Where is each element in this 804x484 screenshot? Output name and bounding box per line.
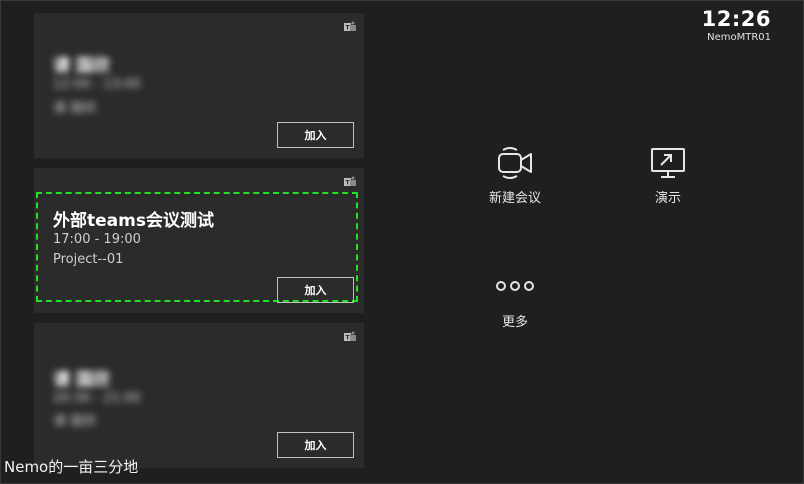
more-dots-icon [496, 281, 534, 291]
meeting-card[interactable]: T 请 国欣 20:30 - 21:00 请 国欣 加入 [34, 323, 364, 468]
meeting-time: 12:00 - 13:00 [53, 77, 141, 92]
clock: 12:26 NemoMTR01 [702, 6, 771, 44]
teams-icon: T [344, 331, 356, 342]
meeting-title: 外部teams会议测试 [53, 211, 214, 231]
join-button[interactable]: 加入 [277, 432, 354, 458]
meeting-room: 请 国欣 [53, 101, 97, 116]
meeting-time: 20:30 - 21:00 [53, 391, 141, 406]
meeting-room: Project--01 [53, 252, 124, 267]
watermark: Nemo的一亩三分地 [4, 458, 139, 476]
join-button[interactable]: 加入 [277, 277, 354, 303]
join-button[interactable]: 加入 [277, 122, 354, 148]
screen-share-icon [651, 148, 685, 178]
meeting-title: 请 国欣 [53, 56, 110, 76]
new-meeting-label: 新建会议 [488, 191, 541, 206]
present-label: 演示 [654, 191, 681, 206]
device-name: NemoMTR01 [707, 32, 771, 43]
present-button[interactable]: 演示 [628, 145, 708, 206]
video-camera-icon [498, 147, 532, 179]
meeting-title: 请 国欣 [53, 370, 110, 390]
new-meeting-button[interactable]: 新建会议 [475, 145, 555, 206]
clock-time: 12:26 [701, 7, 771, 31]
teams-icon: T [344, 21, 356, 32]
more-button[interactable]: 更多 [475, 279, 555, 330]
meeting-card-focused[interactable]: T 外部teams会议测试 17:00 - 19:00 Project--01 … [34, 168, 364, 313]
meeting-time: 17:00 - 19:00 [53, 232, 141, 247]
meeting-card[interactable]: T 请 国欣 12:00 - 13:00 请 国欣 加入 [34, 13, 364, 158]
more-label: 更多 [501, 315, 528, 330]
teams-icon: T [344, 176, 356, 187]
meeting-room: 请 国欣 [53, 414, 97, 429]
